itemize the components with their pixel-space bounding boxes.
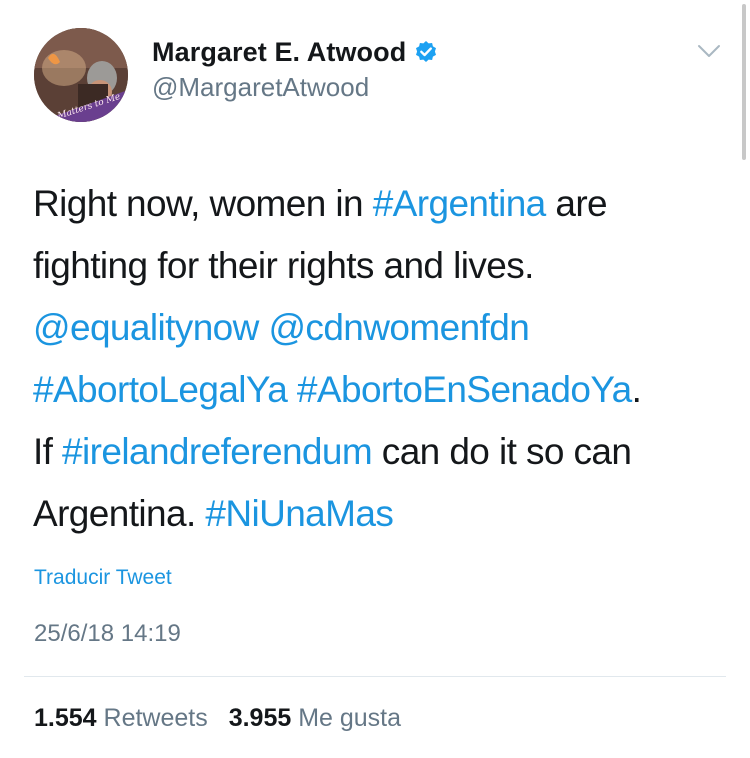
mention-link[interactable]: @cdnwomenfdn xyxy=(268,307,529,348)
tweet-text-segment: If xyxy=(33,431,63,472)
chevron-down-icon[interactable] xyxy=(697,42,721,60)
engagement-stats: 1.554 Retweets 3.955 Me gusta xyxy=(34,704,415,733)
hashtag-link[interactable]: #AbortoLegalYa xyxy=(33,369,288,410)
retweets-label: Retweets xyxy=(103,704,208,732)
tweet-timestamp[interactable]: 25/6/18 14:19 xyxy=(34,620,181,648)
mention-link[interactable]: @equalitynow xyxy=(33,307,259,348)
hashtag-link[interactable]: #AbortoEnSenadoYa xyxy=(297,369,632,410)
tweet-line: If #irelandreferendum can do it so can xyxy=(33,421,723,483)
retweets-count: 1.554 xyxy=(34,704,97,732)
likes-count: 3.955 xyxy=(228,704,292,732)
tweet-line: Right now, women in #Argentina are xyxy=(33,173,723,235)
tweet-text-segment: . xyxy=(631,369,642,410)
hashtag-link[interactable]: #NiUnaMas xyxy=(205,493,394,534)
tweet-line: fighting for their rights and lives. xyxy=(33,235,723,297)
tweet-text-segment: are xyxy=(545,183,608,224)
tweet-line: Argentina. #NiUnaMas xyxy=(33,483,723,545)
likes-stat[interactable]: 3.955 Me gusta xyxy=(229,704,401,733)
scrollbar[interactable] xyxy=(742,4,746,160)
author-name-row[interactable]: Margaret E. Atwood xyxy=(152,34,438,70)
likes-label: Me gusta xyxy=(298,704,402,732)
tweet-text: Right now, women in #Argentina are fighti… xyxy=(33,173,723,545)
tweet-line: #AbortoLegalYa #AbortoEnSenadoYa. xyxy=(33,359,723,421)
hashtag-link[interactable]: #Argentina xyxy=(373,183,547,224)
tweet-text-segment: fighting for their rights and lives. xyxy=(33,245,534,286)
avatar[interactable]: It Matters to Me xyxy=(34,28,128,122)
tweet-text-segment: Right now, women in xyxy=(33,183,373,224)
tweet-line: @equalitynow @cdnwomenfdn xyxy=(33,297,723,359)
tweet-text-segment: Argentina. xyxy=(33,493,206,534)
verified-badge-icon xyxy=(414,40,438,64)
author-handle[interactable]: @MargaretAtwood xyxy=(152,72,369,103)
retweets-stat[interactable]: 1.554 Retweets xyxy=(34,704,208,733)
author-display-name[interactable]: Margaret E. Atwood xyxy=(152,37,406,68)
tweet-text-segment: can do it so can xyxy=(372,431,632,472)
divider xyxy=(24,676,726,677)
translate-tweet-link[interactable]: Traducir Tweet xyxy=(34,566,172,590)
hashtag-link[interactable]: #irelandreferendum xyxy=(62,431,373,472)
tweet-text-segment xyxy=(287,369,297,410)
